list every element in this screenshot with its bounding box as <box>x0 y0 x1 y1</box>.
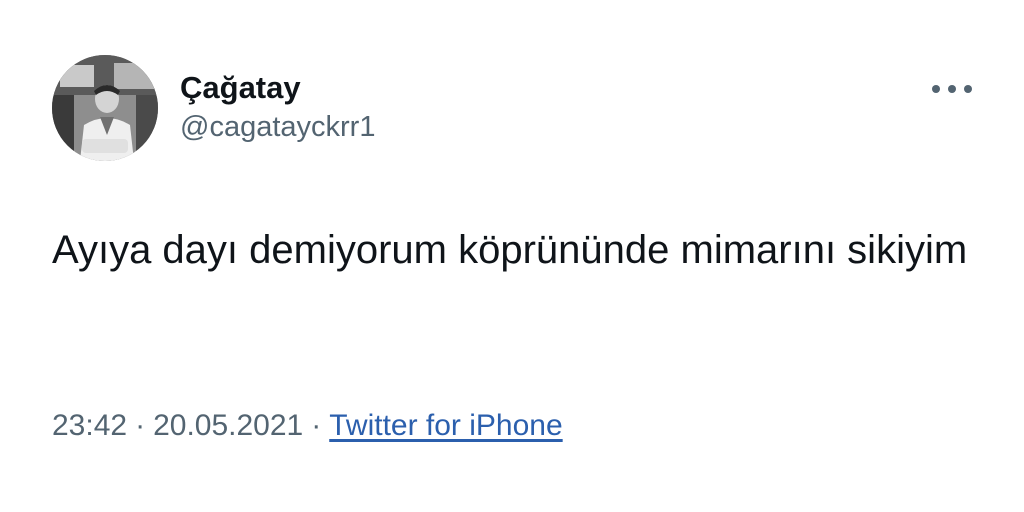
user-handle[interactable]: @cagatayckrr1 <box>180 110 375 144</box>
display-name[interactable]: Çağatay <box>180 70 301 106</box>
tweet-metadata: 23:42 · 20.05.2021 · Twitter for iPhone <box>52 408 563 444</box>
tweet-source-link[interactable]: Twitter for iPhone <box>329 409 562 442</box>
more-options-button[interactable] <box>930 78 974 100</box>
meta-separator: · <box>135 409 146 442</box>
more-horizontal-icon <box>964 85 972 93</box>
tweet-time[interactable]: 23:42 <box>52 409 127 442</box>
avatar[interactable] <box>52 55 158 161</box>
more-horizontal-icon <box>948 85 956 93</box>
meta-separator: · <box>311 409 322 442</box>
more-horizontal-icon <box>932 85 940 93</box>
tweet-text: Ayıya dayı demiyorum köprününde mimarını… <box>52 228 968 272</box>
tweet-date[interactable]: 20.05.2021 <box>153 409 303 442</box>
avatar-photo <box>52 55 158 161</box>
tweet-card: Çağatay @cagatayckrr1 Ayıya dayı demiyor… <box>0 0 1024 512</box>
